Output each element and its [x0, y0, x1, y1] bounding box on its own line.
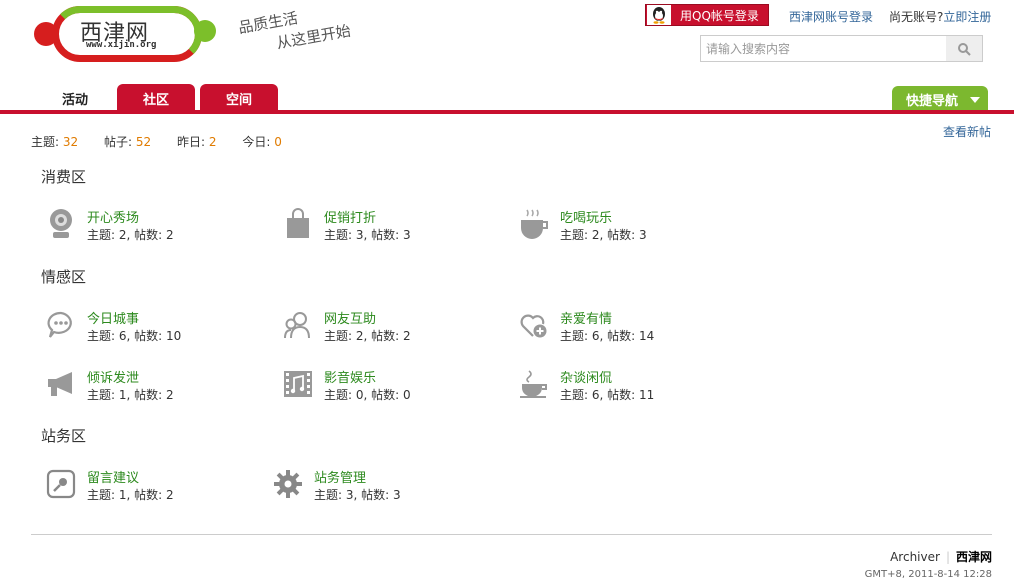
today-count: 0 — [274, 135, 282, 149]
tab-community[interactable]: 社区 — [117, 84, 195, 112]
section-title: 消费区 — [41, 168, 87, 186]
posts-count: 52 — [135, 135, 152, 149]
register-prompt: 尚无账号?立即注册 — [889, 8, 991, 25]
forum-name[interactable]: 今日城事 — [87, 308, 139, 327]
logo-red-dot — [34, 22, 58, 46]
site-name-link[interactable]: 西津网 — [956, 550, 992, 564]
forum-stats-text: 主题: 1, 帖数: 2 — [87, 488, 174, 502]
forum-name[interactable]: 倾诉发泄 — [87, 367, 139, 386]
forum-item: 倾诉发泄 主题: 1, 帖数: 2 — [45, 367, 265, 407]
forum-stats-text: 主题: 2, 帖数: 3 — [560, 228, 647, 242]
site-login-link[interactable]: 西津网账号登录 — [789, 8, 873, 25]
forum-item: 网友互助 主题: 2, 帖数: 2 — [282, 308, 502, 348]
logo-green-dot — [194, 20, 216, 42]
footer-links: Archiver | 西津网 — [890, 550, 992, 564]
forum-item: 今日城事 主题: 6, 帖数: 10 — [45, 308, 265, 348]
server-time: GMT+8, 2011-8-14 12:28 — [864, 569, 992, 580]
forum-stats-text: 主题: 2, 帖数: 2 — [324, 329, 411, 343]
forum-item: 影音娱乐 主题: 0, 帖数: 0 — [282, 367, 502, 407]
main-nav: 活动 社区 空间 快捷导航 — [0, 82, 1014, 116]
forum-stats: 主题: 32 帖子: 52 昨日: 2 今日: 0 — [31, 135, 282, 149]
forum-name[interactable]: 留言建议 — [87, 467, 139, 486]
footer-divider — [31, 534, 992, 535]
forum-item: 开心秀场 主题: 2, 帖数: 2 — [45, 207, 265, 247]
forum-name[interactable]: 吃喝玩乐 — [560, 207, 612, 226]
megaphone-icon — [45, 367, 77, 401]
search-input[interactable] — [701, 36, 941, 61]
dropdown-arrow-icon — [970, 97, 980, 103]
tab-activity[interactable]: 活动 — [40, 84, 110, 112]
gear-icon — [272, 467, 304, 501]
search-icon — [958, 42, 971, 56]
forum-item: 站务管理 主题: 3, 帖数: 3 — [272, 467, 492, 507]
users-icon — [282, 308, 314, 342]
forum-stats-text: 主题: 3, 帖数: 3 — [314, 488, 401, 502]
view-new-posts-link[interactable]: 查看新帖 — [943, 123, 991, 140]
forum-name[interactable]: 亲爱有情 — [560, 308, 612, 327]
forum-stats-text: 主题: 1, 帖数: 2 — [87, 388, 174, 402]
qq-penguin-icon — [647, 5, 671, 25]
site-logo[interactable]: 西津网 www.xijin.org — [34, 4, 216, 70]
archiver-link[interactable]: Archiver — [890, 550, 940, 564]
no-account-text: 尚无账号? — [889, 10, 944, 24]
quick-nav-label: 快捷导航 — [906, 93, 959, 109]
forum-item: 留言建议 主题: 1, 帖数: 2 — [45, 467, 265, 507]
register-link[interactable]: 立即注册 — [943, 10, 991, 24]
forum-item: 促销打折 主题: 3, 帖数: 3 — [282, 207, 502, 247]
search-button[interactable] — [946, 36, 982, 61]
logo-url: www.xijin.org — [86, 40, 157, 50]
webcam-icon — [45, 207, 77, 241]
hot-cup-icon — [518, 207, 550, 241]
edit-note-icon — [45, 467, 77, 501]
coffee-cup-icon — [518, 367, 550, 401]
qq-login-label: 用QQ帐号登录 — [680, 8, 759, 23]
forum-item: 吃喝玩乐 主题: 2, 帖数: 3 — [518, 207, 738, 247]
forum-stats-text: 主题: 6, 帖数: 11 — [560, 388, 655, 402]
topics-count: 32 — [62, 135, 79, 149]
forum-stats-text: 主题: 3, 帖数: 3 — [324, 228, 411, 242]
forum-stats-text: 主题: 6, 帖数: 14 — [560, 329, 655, 343]
nav-underline — [0, 110, 1014, 114]
quick-nav-button[interactable]: 快捷导航 — [892, 86, 988, 112]
section-title: 情感区 — [41, 268, 87, 286]
forum-stats-text: 主题: 2, 帖数: 2 — [87, 228, 174, 242]
music-film-icon — [282, 367, 314, 401]
forum-name[interactable]: 站务管理 — [314, 467, 366, 486]
search-box — [700, 35, 983, 62]
forum-name[interactable]: 开心秀场 — [87, 207, 139, 226]
forum-name[interactable]: 影音娱乐 — [324, 367, 376, 386]
shopping-bag-icon — [282, 207, 314, 241]
tab-space[interactable]: 空间 — [200, 84, 278, 112]
forum-stats-text: 主题: 6, 帖数: 10 — [87, 329, 182, 343]
section-title: 站务区 — [41, 427, 87, 445]
qq-login-button[interactable]: 用QQ帐号登录 — [645, 4, 769, 26]
forum-name[interactable]: 杂谈闲侃 — [560, 367, 612, 386]
chat-bubble-icon — [45, 308, 77, 342]
forum-name[interactable]: 网友互助 — [324, 308, 376, 327]
forum-item: 亲爱有情 主题: 6, 帖数: 14 — [518, 308, 738, 348]
yesterday-count: 2 — [208, 135, 217, 149]
forum-name[interactable]: 促销打折 — [324, 207, 376, 226]
forum-item: 杂谈闲侃 主题: 6, 帖数: 11 — [518, 367, 738, 407]
heart-plus-icon — [518, 308, 550, 342]
forum-stats-text: 主题: 0, 帖数: 0 — [324, 388, 411, 402]
